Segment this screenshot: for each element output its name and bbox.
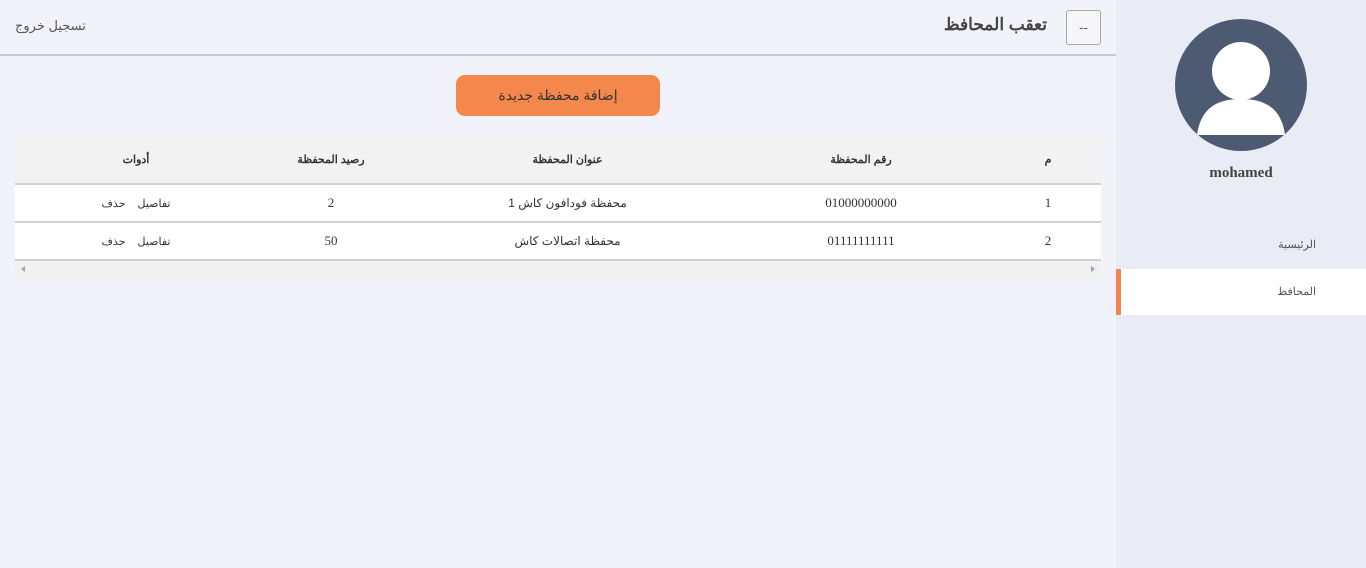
- sidebar: mohamed الرئيسية المحافظ: [1116, 0, 1366, 568]
- delete-link[interactable]: حذف: [102, 235, 126, 248]
- row-tools: تفاصيل حذف: [75, 185, 197, 221]
- sidebar-item-label: الرئيسية: [1278, 239, 1316, 251]
- wallets-table: م رقم المحفظة عنوان المحفظة رصيد المحفظة…: [15, 135, 1101, 278]
- row-tools: تفاصيل حذف: [75, 223, 197, 259]
- row-index: 2: [1044, 233, 1052, 248]
- wallet-balance: 50: [324, 233, 338, 248]
- horizontal-scrollbar[interactable]: [15, 261, 1101, 278]
- add-wallet-button[interactable]: إضافة محفظة جديدة: [456, 75, 660, 116]
- table-row: 1 01000000000 محفظة فودافون كاش 1 2 تفاص…: [15, 185, 1101, 223]
- column-header-balance: رصيد المحفظة: [297, 153, 365, 166]
- wallet-balance: 2: [327, 195, 335, 210]
- sidebar-item-label: المحافظ: [1277, 286, 1316, 298]
- table-header: م رقم المحفظة عنوان المحفظة رصيد المحفظة…: [15, 135, 1101, 185]
- arrow-left-icon[interactable]: [21, 266, 25, 272]
- details-link[interactable]: تفاصيل: [138, 197, 171, 210]
- wallet-number: 01111111111: [827, 233, 895, 248]
- menu-toggle-button[interactable]: --: [1066, 10, 1101, 45]
- username: mohamed: [1209, 165, 1273, 181]
- delete-link[interactable]: حذف: [102, 197, 126, 210]
- details-link[interactable]: تفاصيل: [138, 235, 171, 248]
- sidebar-item-home[interactable]: الرئيسية: [1116, 222, 1366, 268]
- wallet-title: محفظة اتصالات كاش: [514, 234, 621, 248]
- avatar: [1175, 19, 1307, 151]
- column-header-tools: أدوات: [122, 153, 150, 166]
- logout-link[interactable]: تسجيل خروج: [15, 18, 86, 34]
- arrow-right-icon[interactable]: [1091, 266, 1095, 272]
- page-title: تعقب المحافظ: [943, 15, 1047, 34]
- wallet-number: 01000000000: [825, 195, 897, 210]
- top-bar: تسجيل خروج تعقب المحافظ --: [0, 0, 1116, 56]
- wallet-title: محفظة فودافون كاش 1: [508, 196, 627, 210]
- table-row: 2 01111111111 محفظة اتصالات كاش 50 تفاصي…: [15, 223, 1101, 261]
- sidebar-item-wallets[interactable]: المحافظ: [1116, 269, 1366, 315]
- row-index: 1: [1044, 195, 1052, 210]
- user-silhouette-icon: [1197, 42, 1285, 135]
- column-header-wallet-title: عنوان المحفظة: [532, 153, 603, 166]
- column-header-index: م: [1044, 153, 1052, 166]
- column-header-wallet-number: رقم المحفظة: [830, 153, 892, 166]
